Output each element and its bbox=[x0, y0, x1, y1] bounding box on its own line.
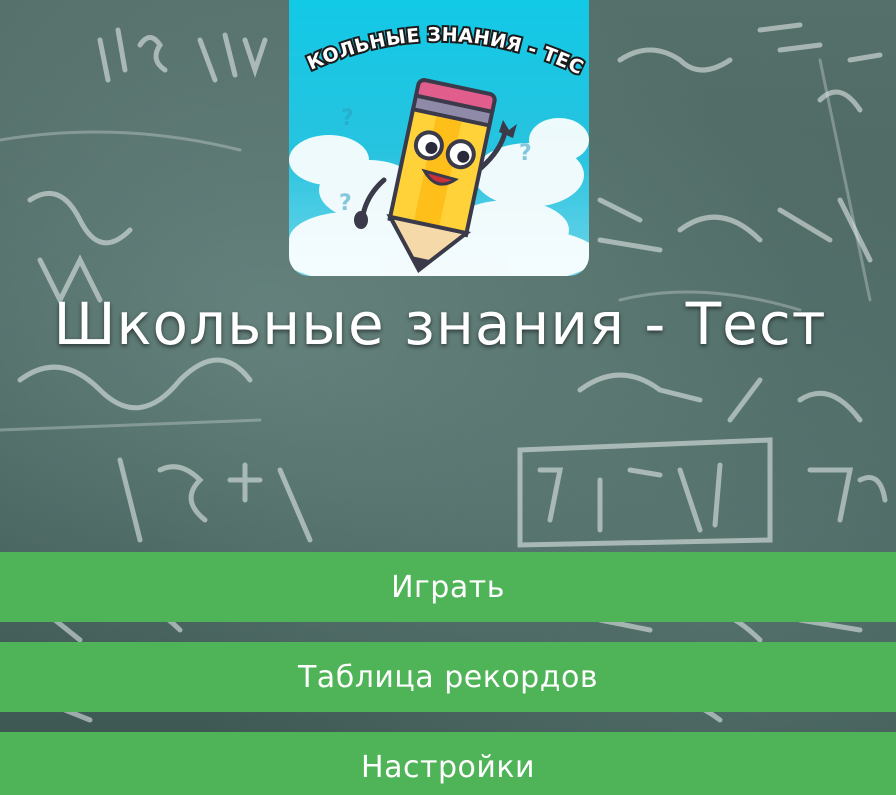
pencil-mascot-icon: ? ? ? ШКОЛЬНЫЕ ЗНАНИЯ - ТЕСТ bbox=[289, 0, 589, 276]
svg-text:?: ? bbox=[339, 191, 352, 216]
game-title: Школьные знания - Тест bbox=[53, 290, 827, 358]
play-button-label: Играть bbox=[391, 569, 505, 605]
game-logo: ? ? ? ШКОЛЬНЫЕ ЗНАНИЯ - ТЕСТ bbox=[289, 0, 589, 276]
leaderboard-button-label: Таблица рекордов bbox=[297, 659, 599, 695]
logo-arc-text: ШКОЛЬНЫЕ ЗНАНИЯ - ТЕСТ bbox=[289, 0, 589, 81]
settings-button[interactable]: Настройки bbox=[0, 732, 896, 795]
svg-text:ШКОЛЬНЫЕ ЗНАНИЯ - ТЕСТ: ШКОЛЬНЫЕ ЗНАНИЯ - ТЕСТ bbox=[289, 0, 587, 79]
svg-text:?: ? bbox=[341, 106, 354, 131]
play-button[interactable]: Играть bbox=[0, 552, 896, 622]
settings-button-label: Настройки bbox=[361, 750, 535, 785]
leaderboard-button[interactable]: Таблица рекордов bbox=[0, 642, 896, 712]
svg-text:?: ? bbox=[519, 141, 532, 166]
